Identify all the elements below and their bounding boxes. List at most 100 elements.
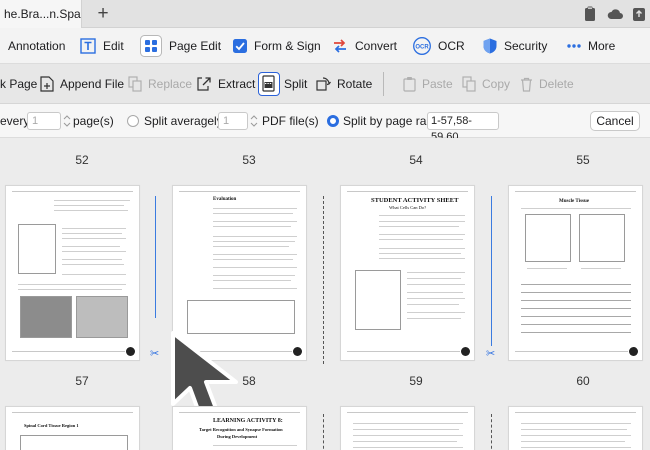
form-sign-tab[interactable]: Form & Sign bbox=[233, 28, 321, 64]
extract-icon bbox=[197, 77, 211, 91]
more-dots-icon bbox=[567, 44, 581, 48]
thumb-subtitle: What Cells Can Do? bbox=[389, 205, 427, 210]
convert-tab[interactable]: Convert bbox=[332, 28, 397, 64]
page-thumbnail-57[interactable] bbox=[5, 185, 140, 361]
page-toolbar: k Page Append File Replace Extract Split bbox=[0, 64, 650, 104]
info-box bbox=[187, 300, 295, 334]
scissors-icon[interactable]: ✂ bbox=[150, 349, 159, 360]
split-button[interactable]: Split bbox=[284, 64, 307, 104]
drawing-box bbox=[525, 214, 571, 262]
page-range-input[interactable]: 1-57,58-59,60 bbox=[427, 112, 499, 143]
document-tab[interactable]: he.Bra...n.Space bbox=[0, 0, 82, 28]
insert-page-button[interactable]: k Page bbox=[0, 64, 37, 104]
page-number: 59 bbox=[409, 374, 423, 388]
microscope-image bbox=[20, 296, 72, 338]
convert-icon bbox=[334, 39, 346, 53]
pages-unit-label: page(s) bbox=[73, 114, 114, 128]
checkbox-icon bbox=[233, 39, 247, 53]
edit-text-icon bbox=[80, 38, 96, 54]
ocr-tab[interactable]: OCR OCR bbox=[413, 28, 465, 64]
share-icon[interactable] bbox=[630, 5, 648, 23]
extract-button[interactable]: Extract bbox=[196, 64, 255, 104]
page-thumbnail-grid: 52 53 54 55 Evaluation STUDENT ACTIVITY … bbox=[0, 138, 650, 450]
ocr-label: OCR bbox=[438, 39, 465, 53]
shield-icon bbox=[483, 38, 497, 54]
security-label: Security bbox=[504, 39, 548, 53]
annotation-tab[interactable]: Annotation bbox=[8, 28, 65, 64]
page-thumbnail[interactable]: Spinal Cord Tissue Region 1 bbox=[5, 406, 140, 450]
scissors-icon[interactable]: ✂ bbox=[486, 349, 495, 360]
split-range-radio[interactable] bbox=[327, 115, 339, 127]
split-icon-button[interactable] bbox=[258, 72, 280, 96]
cloud-icon[interactable] bbox=[606, 5, 624, 23]
split-every-input[interactable]: 1 bbox=[27, 112, 61, 130]
cancel-button[interactable]: Cancel bbox=[590, 111, 640, 131]
replace-icon bbox=[128, 76, 142, 92]
microscope-image bbox=[76, 296, 128, 338]
thumb-title: Spinal Cord Tissue Region 1 bbox=[24, 423, 79, 428]
split-point-line[interactable] bbox=[155, 196, 156, 318]
page-edit-icon bbox=[140, 35, 162, 57]
page-number: 52 bbox=[75, 153, 89, 167]
split-averagely-input[interactable]: 1 bbox=[218, 112, 248, 130]
ocr-icon-text: OCR bbox=[415, 44, 429, 50]
append-file-icon bbox=[40, 76, 54, 92]
thumb-subtitle: Target Recognition and Synapse Formation bbox=[199, 427, 283, 432]
thumb-title: LEARNING ACTIVITY 8: bbox=[213, 418, 283, 424]
page-divider-line[interactable] bbox=[323, 196, 324, 364]
page-thumbnail[interactable] bbox=[340, 406, 475, 450]
replace-button[interactable]: Replace bbox=[128, 64, 192, 104]
document-tab-title: he.Bra...n.Space bbox=[4, 7, 81, 21]
every-stepper-icon[interactable] bbox=[62, 112, 72, 130]
extract-label: Extract bbox=[218, 77, 256, 91]
page-edit-tab[interactable]: Page Edit bbox=[140, 28, 221, 64]
thumb-title: Muscle Tissue bbox=[559, 199, 589, 204]
clipboard-icon[interactable] bbox=[581, 5, 599, 23]
diagram-figure bbox=[18, 224, 56, 274]
page-number: 57 bbox=[75, 374, 89, 388]
paste-icon bbox=[403, 77, 416, 92]
more-label: More bbox=[588, 39, 616, 53]
pdf-files-label: PDF file(s) bbox=[262, 114, 319, 128]
copy-label: Copy bbox=[482, 77, 511, 91]
split-point-line[interactable] bbox=[491, 196, 492, 346]
split-every-label: every bbox=[0, 114, 30, 128]
split-averagely-radio[interactable] bbox=[127, 115, 139, 127]
page-thumbnail-60[interactable]: Muscle Tissue bbox=[508, 185, 643, 361]
edit-tab[interactable]: Edit bbox=[80, 28, 124, 64]
averagely-stepper-icon[interactable] bbox=[249, 112, 259, 130]
thumb-title: Evaluation bbox=[213, 197, 237, 202]
edit-label: Edit bbox=[103, 39, 124, 53]
rotate-icon bbox=[316, 77, 331, 91]
tab-bar: he.Bra...n.Space + bbox=[0, 0, 650, 28]
security-tab[interactable]: Security bbox=[483, 28, 547, 64]
trash-icon bbox=[521, 77, 532, 92]
page-number: 55 bbox=[576, 153, 590, 167]
convert-label: Convert bbox=[355, 39, 398, 53]
delete-button[interactable]: Delete bbox=[520, 64, 574, 104]
page-thumbnail-59[interactable]: STUDENT ACTIVITY SHEET What Cells Can Do… bbox=[340, 185, 475, 361]
copy-button[interactable]: Copy bbox=[462, 64, 510, 104]
thumb-subtitle: During Development bbox=[217, 434, 258, 439]
more-tab[interactable]: More bbox=[567, 28, 615, 64]
form-sign-label: Form & Sign bbox=[254, 39, 321, 53]
copy-icon bbox=[462, 76, 476, 92]
paste-label: Paste bbox=[422, 77, 453, 91]
append-file-label: Append File bbox=[60, 77, 125, 91]
page-number: 54 bbox=[409, 153, 423, 167]
new-tab-button[interactable]: + bbox=[92, 3, 114, 25]
toolbar-divider bbox=[383, 72, 384, 96]
paste-button[interactable]: Paste bbox=[403, 64, 453, 104]
drawing-box bbox=[579, 214, 625, 262]
split-label: Split bbox=[284, 77, 308, 91]
rotate-label: Rotate bbox=[337, 77, 373, 91]
page-thumbnail[interactable]: LEARNING ACTIVITY 8: Target Recognition … bbox=[172, 406, 307, 450]
split-icon bbox=[262, 75, 275, 92]
append-file-button[interactable]: Append File bbox=[40, 64, 124, 104]
page-divider-line[interactable] bbox=[491, 414, 492, 450]
page-divider-line[interactable] bbox=[323, 414, 324, 450]
page-edit-label: Page Edit bbox=[169, 39, 222, 53]
page-thumbnail[interactable] bbox=[508, 406, 643, 450]
insert-page-label: k Page bbox=[0, 77, 38, 91]
rotate-button[interactable]: Rotate bbox=[315, 64, 372, 104]
